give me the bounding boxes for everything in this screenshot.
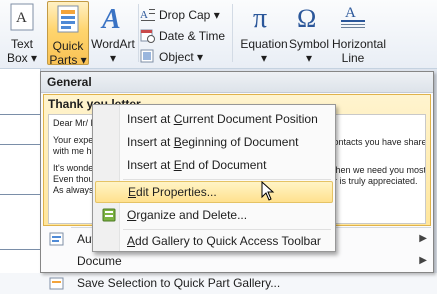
menu-item-text: rganize and Delete... <box>136 208 248 222</box>
svg-text:A: A <box>100 4 121 32</box>
insert-ribbon: A Text Box ▾ Quick Parts ▾ A WordArt ▾ A… <box>0 0 437 69</box>
menu-item-text: dit Properties... <box>136 185 217 199</box>
menu-item-text: dd Gallery to Quick Access Toolbar <box>135 234 321 248</box>
object-label: Object ▾ <box>159 49 204 64</box>
horizontal-line-icon: A <box>341 5 365 28</box>
organize-and-delete-item[interactable]: Organize and Delete... <box>95 204 333 226</box>
save-selection-label: Save Selection to Quick Part Gallery... <box>77 276 281 290</box>
menu-item-accelerator: B <box>173 135 182 149</box>
text-small-buttons: A Drop Cap ▾ Date & Time Object ▾ <box>140 4 230 67</box>
insert-at-end-item[interactable]: Insert at End of Document <box>95 154 333 176</box>
equation-button[interactable]: π Equation ▾ <box>235 2 293 65</box>
ruler-line <box>0 249 40 250</box>
preview-line: when we need you most. <box>329 165 426 175</box>
horizontal-line-label: Horizontal Line <box>332 37 387 65</box>
save-selection-menu-item[interactable]: Save Selection to Quick Part Gallery... <box>41 272 433 294</box>
omega-icon: Ω <box>297 4 316 33</box>
mouse-cursor-icon <box>261 181 275 201</box>
symbol-button[interactable]: Ω Symbol ▾ <box>288 2 330 65</box>
document-page[interactable] <box>0 69 41 273</box>
text-box-label: Text Box ▾ <box>6 37 38 65</box>
preview-line: contacts you have shared <box>329 137 426 147</box>
drop-cap-icon: A <box>140 9 155 21</box>
edit-properties-item[interactable]: Edit Properties... <box>95 181 333 203</box>
insert-at-current-position-item[interactable]: Insert at Current Document Position <box>95 108 333 130</box>
equation-label: Equation ▾ <box>240 37 288 65</box>
gallery-item-context-menu: Insert at Current Document Position Inse… <box>92 104 336 252</box>
date-time-button[interactable]: Date & Time <box>140 25 230 46</box>
document-property-label: Docume <box>77 254 122 268</box>
menu-item-text: Insert at <box>127 112 174 126</box>
menu-item-text: Insert at <box>127 158 174 172</box>
quick-parts-icon <box>57 5 79 33</box>
submenu-arrow-icon: ▶ <box>419 255 427 266</box>
quick-parts-button[interactable]: Quick Parts ▾ <box>47 1 89 67</box>
submenu-arrow-icon: ▶ <box>419 233 427 244</box>
svg-text:A: A <box>140 9 148 21</box>
text-box-button[interactable]: A Text Box ▾ <box>2 2 42 65</box>
menu-item-text: urrent Document Position <box>182 112 318 126</box>
symbol-label: Symbol ▾ <box>288 37 329 65</box>
menu-item-accelerator: O <box>127 208 137 222</box>
drop-cap-label: Drop Cap ▾ <box>159 7 220 22</box>
menu-item-text: nd of Document <box>181 158 267 172</box>
document-property-menu-item[interactable]: Docume ▶ <box>41 250 433 272</box>
add-gallery-to-qat-item[interactable]: Add Gallery to Quick Access Toolbar <box>95 230 333 252</box>
ruler-line <box>0 144 40 145</box>
svg-text:A: A <box>16 10 27 26</box>
svg-text:Ω: Ω <box>297 4 316 32</box>
object-button[interactable]: Object ▾ <box>140 46 230 67</box>
wordart-label: WordArt ▾ <box>91 37 135 65</box>
horizontal-line-button[interactable]: A Horizontal Line <box>332 2 387 65</box>
drop-cap-button[interactable]: A Drop Cap ▾ <box>140 4 230 25</box>
wordart-button[interactable]: A WordArt ▾ <box>88 2 138 65</box>
object-icon <box>140 49 154 63</box>
gallery-section-header: General <box>41 72 433 93</box>
menu-separator <box>123 179 331 180</box>
autotext-icon <box>49 232 64 246</box>
menu-item-accelerator: E <box>128 185 137 199</box>
organizer-icon <box>102 208 116 222</box>
ruler-line <box>0 194 40 195</box>
menu-item-text: Insert at <box>127 135 174 149</box>
menu-item-accelerator: A <box>127 234 136 248</box>
calendar-clock-icon <box>140 29 155 43</box>
pi-icon: π <box>253 3 267 34</box>
wordart-icon: A <box>100 4 121 35</box>
menu-item-text: eginning of Document <box>181 135 299 149</box>
text-box-icon: A <box>10 3 34 31</box>
date-time-label: Date & Time <box>159 28 226 43</box>
svg-text:π: π <box>253 3 267 32</box>
menu-item-accelerator: E <box>173 158 182 172</box>
ribbon-divider <box>232 4 233 62</box>
preview-line: or is truly appreciated. <box>329 176 418 186</box>
svg-text:A: A <box>345 5 356 21</box>
save-selection-icon <box>49 277 64 290</box>
insert-at-beginning-item[interactable]: Insert at Beginning of Document <box>95 131 333 153</box>
quick-parts-label: Quick Parts ▾ <box>49 39 87 67</box>
ribbon-divider <box>138 4 139 62</box>
ruler-line <box>0 114 40 115</box>
